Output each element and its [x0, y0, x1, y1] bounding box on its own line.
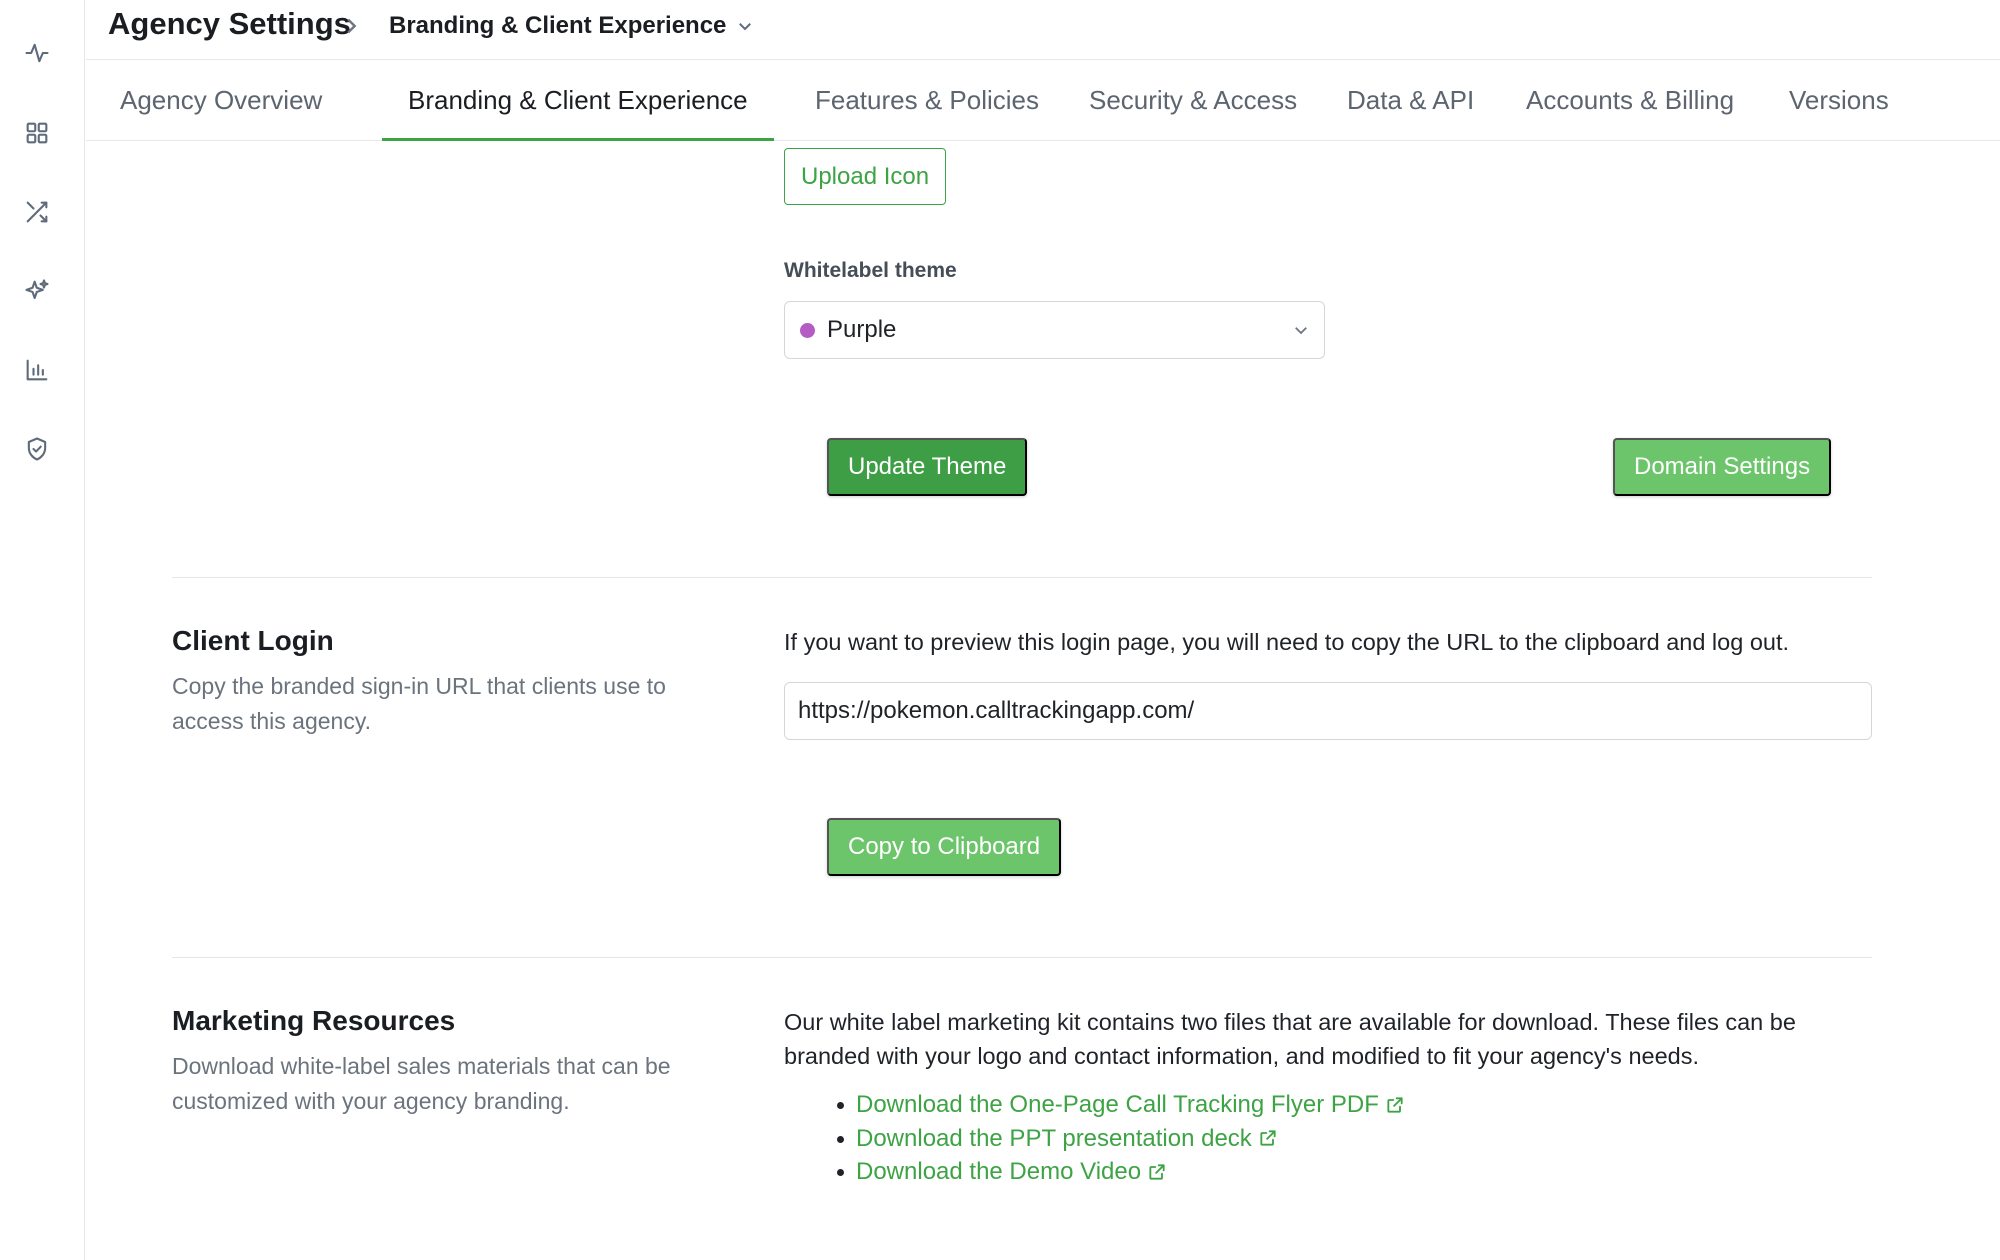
external-link-icon — [1387, 1097, 1403, 1113]
theme-color-swatch — [800, 322, 815, 338]
section-divider — [172, 577, 1872, 578]
grid-icon[interactable] — [21, 117, 53, 149]
bar-chart-icon[interactable] — [21, 354, 53, 386]
tab-versions[interactable]: Versions — [1763, 60, 1915, 141]
tab-branding-client-experience[interactable]: Branding & Client Experience — [382, 60, 774, 141]
whitelabel-theme-select[interactable]: Purple — [784, 301, 1325, 359]
whitelabel-theme-label: Whitelabel theme — [784, 259, 957, 282]
tab-security-access[interactable]: Security & Access — [1063, 60, 1323, 141]
tab-features-policies[interactable]: Features & Policies — [789, 60, 1065, 141]
client-login-info: If you want to preview this login page, … — [784, 629, 1790, 655]
copy-to-clipboard-button[interactable]: Copy to Clipboard — [827, 818, 1062, 876]
whitelabel-theme-value: Purple — [827, 316, 897, 343]
domain-settings-button[interactable]: Domain Settings — [1613, 438, 1832, 496]
sparkles-icon[interactable] — [21, 275, 53, 307]
download-flyer-link-label: Download the One-Page Call Tracking Flye… — [856, 1091, 1379, 1118]
external-link-icon — [1260, 1130, 1276, 1146]
breadcrumb: Agency Settings Branding & Client Experi… — [86, 0, 2000, 60]
tab-agency-overview[interactable]: Agency Overview — [94, 60, 348, 141]
marketing-download-list: Download the One-Page Call Tracking Flye… — [837, 1088, 1405, 1189]
tab-data-api[interactable]: Data & API — [1321, 60, 1500, 141]
branding-content: Upload Icon Whitelabel theme Purple Upda… — [86, 141, 2000, 1260]
breadcrumb-current-dropdown[interactable]: Branding & Client Experience — [389, 12, 754, 40]
chevron-down-icon — [739, 23, 752, 31]
tab-accounts-billing[interactable]: Accounts & Billing — [1500, 60, 1760, 141]
chevron-down-icon — [1292, 321, 1310, 339]
download-demo-video-link-label: Download the Demo Video — [856, 1158, 1142, 1185]
download-flyer-link[interactable]: Download the One-Page Call Tracking Flye… — [837, 1088, 1405, 1122]
shuffle-icon[interactable] — [21, 196, 53, 228]
sidebar-rail — [0, 0, 85, 1260]
activity-icon[interactable] — [21, 37, 53, 69]
chevron-right-icon — [340, 15, 362, 37]
update-theme-button[interactable]: Update Theme — [827, 438, 1028, 496]
shield-check-icon[interactable] — [21, 433, 53, 465]
section-divider — [172, 957, 1872, 958]
marketing-resources-info: Our white label marketing kit contains t… — [784, 1009, 1796, 1069]
breadcrumb-current-label: Branding & Client Experience — [389, 12, 727, 39]
external-link-icon — [1149, 1164, 1165, 1180]
settings-tabs: Agency Overview Branding & Client Experi… — [86, 60, 2000, 141]
breadcrumb-root[interactable]: Agency Settings — [108, 6, 351, 42]
download-ppt-link[interactable]: Download the PPT presentation deck — [837, 1122, 1405, 1156]
client-login-url-field[interactable] — [784, 682, 1872, 740]
download-ppt-link-label: Download the PPT presentation deck — [856, 1124, 1252, 1152]
client-login-title: Client Login — [172, 625, 334, 656]
marketing-resources-title: Marketing Resources — [172, 1005, 456, 1036]
marketing-resources-description: Download white-label sales materials tha… — [172, 1053, 671, 1114]
download-demo-video-link[interactable]: Download the Demo Video — [837, 1155, 1405, 1189]
upload-icon-button[interactable]: Upload Icon — [784, 148, 947, 205]
client-login-description: Copy the branded sign-in URL that client… — [172, 673, 666, 734]
